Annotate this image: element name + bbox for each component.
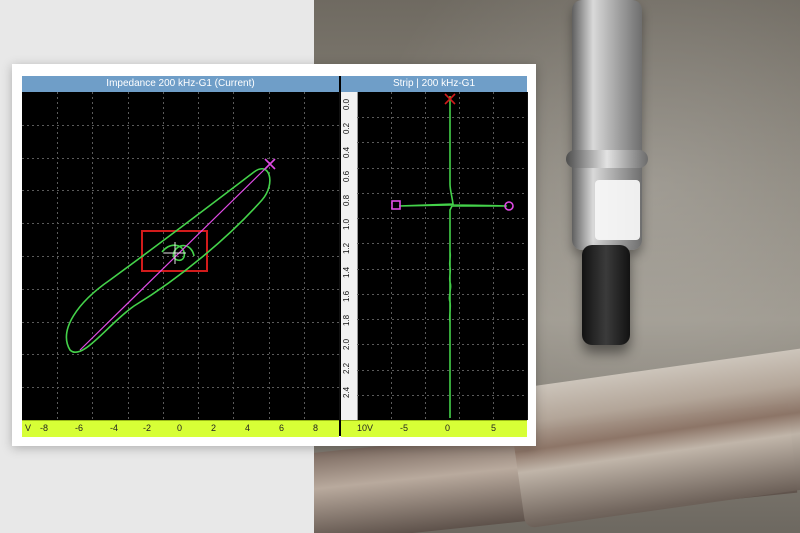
probe-ring — [566, 150, 648, 168]
strip-left-marker — [391, 200, 401, 210]
impedance-x-tick-4: -2 — [143, 423, 152, 433]
strip-svg — [357, 92, 527, 420]
strip-x-tick-3: 5 — [491, 423, 497, 433]
strip-x-tick-0: 10V — [357, 423, 374, 433]
impedance-x-tick-6: 2 — [211, 423, 217, 433]
impedance-grid — [22, 92, 339, 420]
probe-label — [595, 180, 640, 240]
impedance-svg — [22, 92, 339, 420]
impedance-x-tick-0: V — [25, 423, 32, 433]
impedance-x-tick-9: 8 — [313, 423, 319, 433]
eddy-current-instrument-screenshot: Impedance 200 kHz-G1 (Current) Strip | 2… — [12, 64, 536, 446]
strip-plot: 0.0 0.2 0.4 0.6 0.8 1.0 1.2 1.4 1.6 1.8 … — [341, 92, 528, 420]
strip-trace — [398, 96, 508, 418]
strip-header: Strip | 200 kHz-G1 — [341, 76, 527, 92]
strip-x-tick-2: 0 — [445, 423, 451, 433]
impedance-x-tick-3: -4 — [110, 423, 119, 433]
impedance-ellipse-trace — [65, 168, 271, 353]
impedance-x-tick-8: 6 — [279, 423, 285, 433]
strip-grid — [357, 92, 527, 420]
instrument-screen: Impedance 200 kHz-G1 (Current) Strip | 2… — [22, 76, 528, 437]
impedance-x-tick-7: 4 — [245, 423, 251, 433]
impedance-x-tick-5: 0 — [177, 423, 183, 433]
impedance-x-tick-2: -6 — [75, 423, 84, 433]
impedance-header: Impedance 200 kHz-G1 (Current) — [22, 76, 339, 92]
impedance-x-tick-1: -8 — [40, 423, 49, 433]
strip-x-axis: 10V -5 0 5 — [341, 420, 527, 437]
probe-tip — [582, 245, 630, 345]
impedance-plot — [22, 92, 340, 420]
strip-x-tick-1: -5 — [400, 423, 409, 433]
impedance-x-axis: V -8 -6 -4 -2 0 2 4 6 8 — [22, 420, 339, 437]
